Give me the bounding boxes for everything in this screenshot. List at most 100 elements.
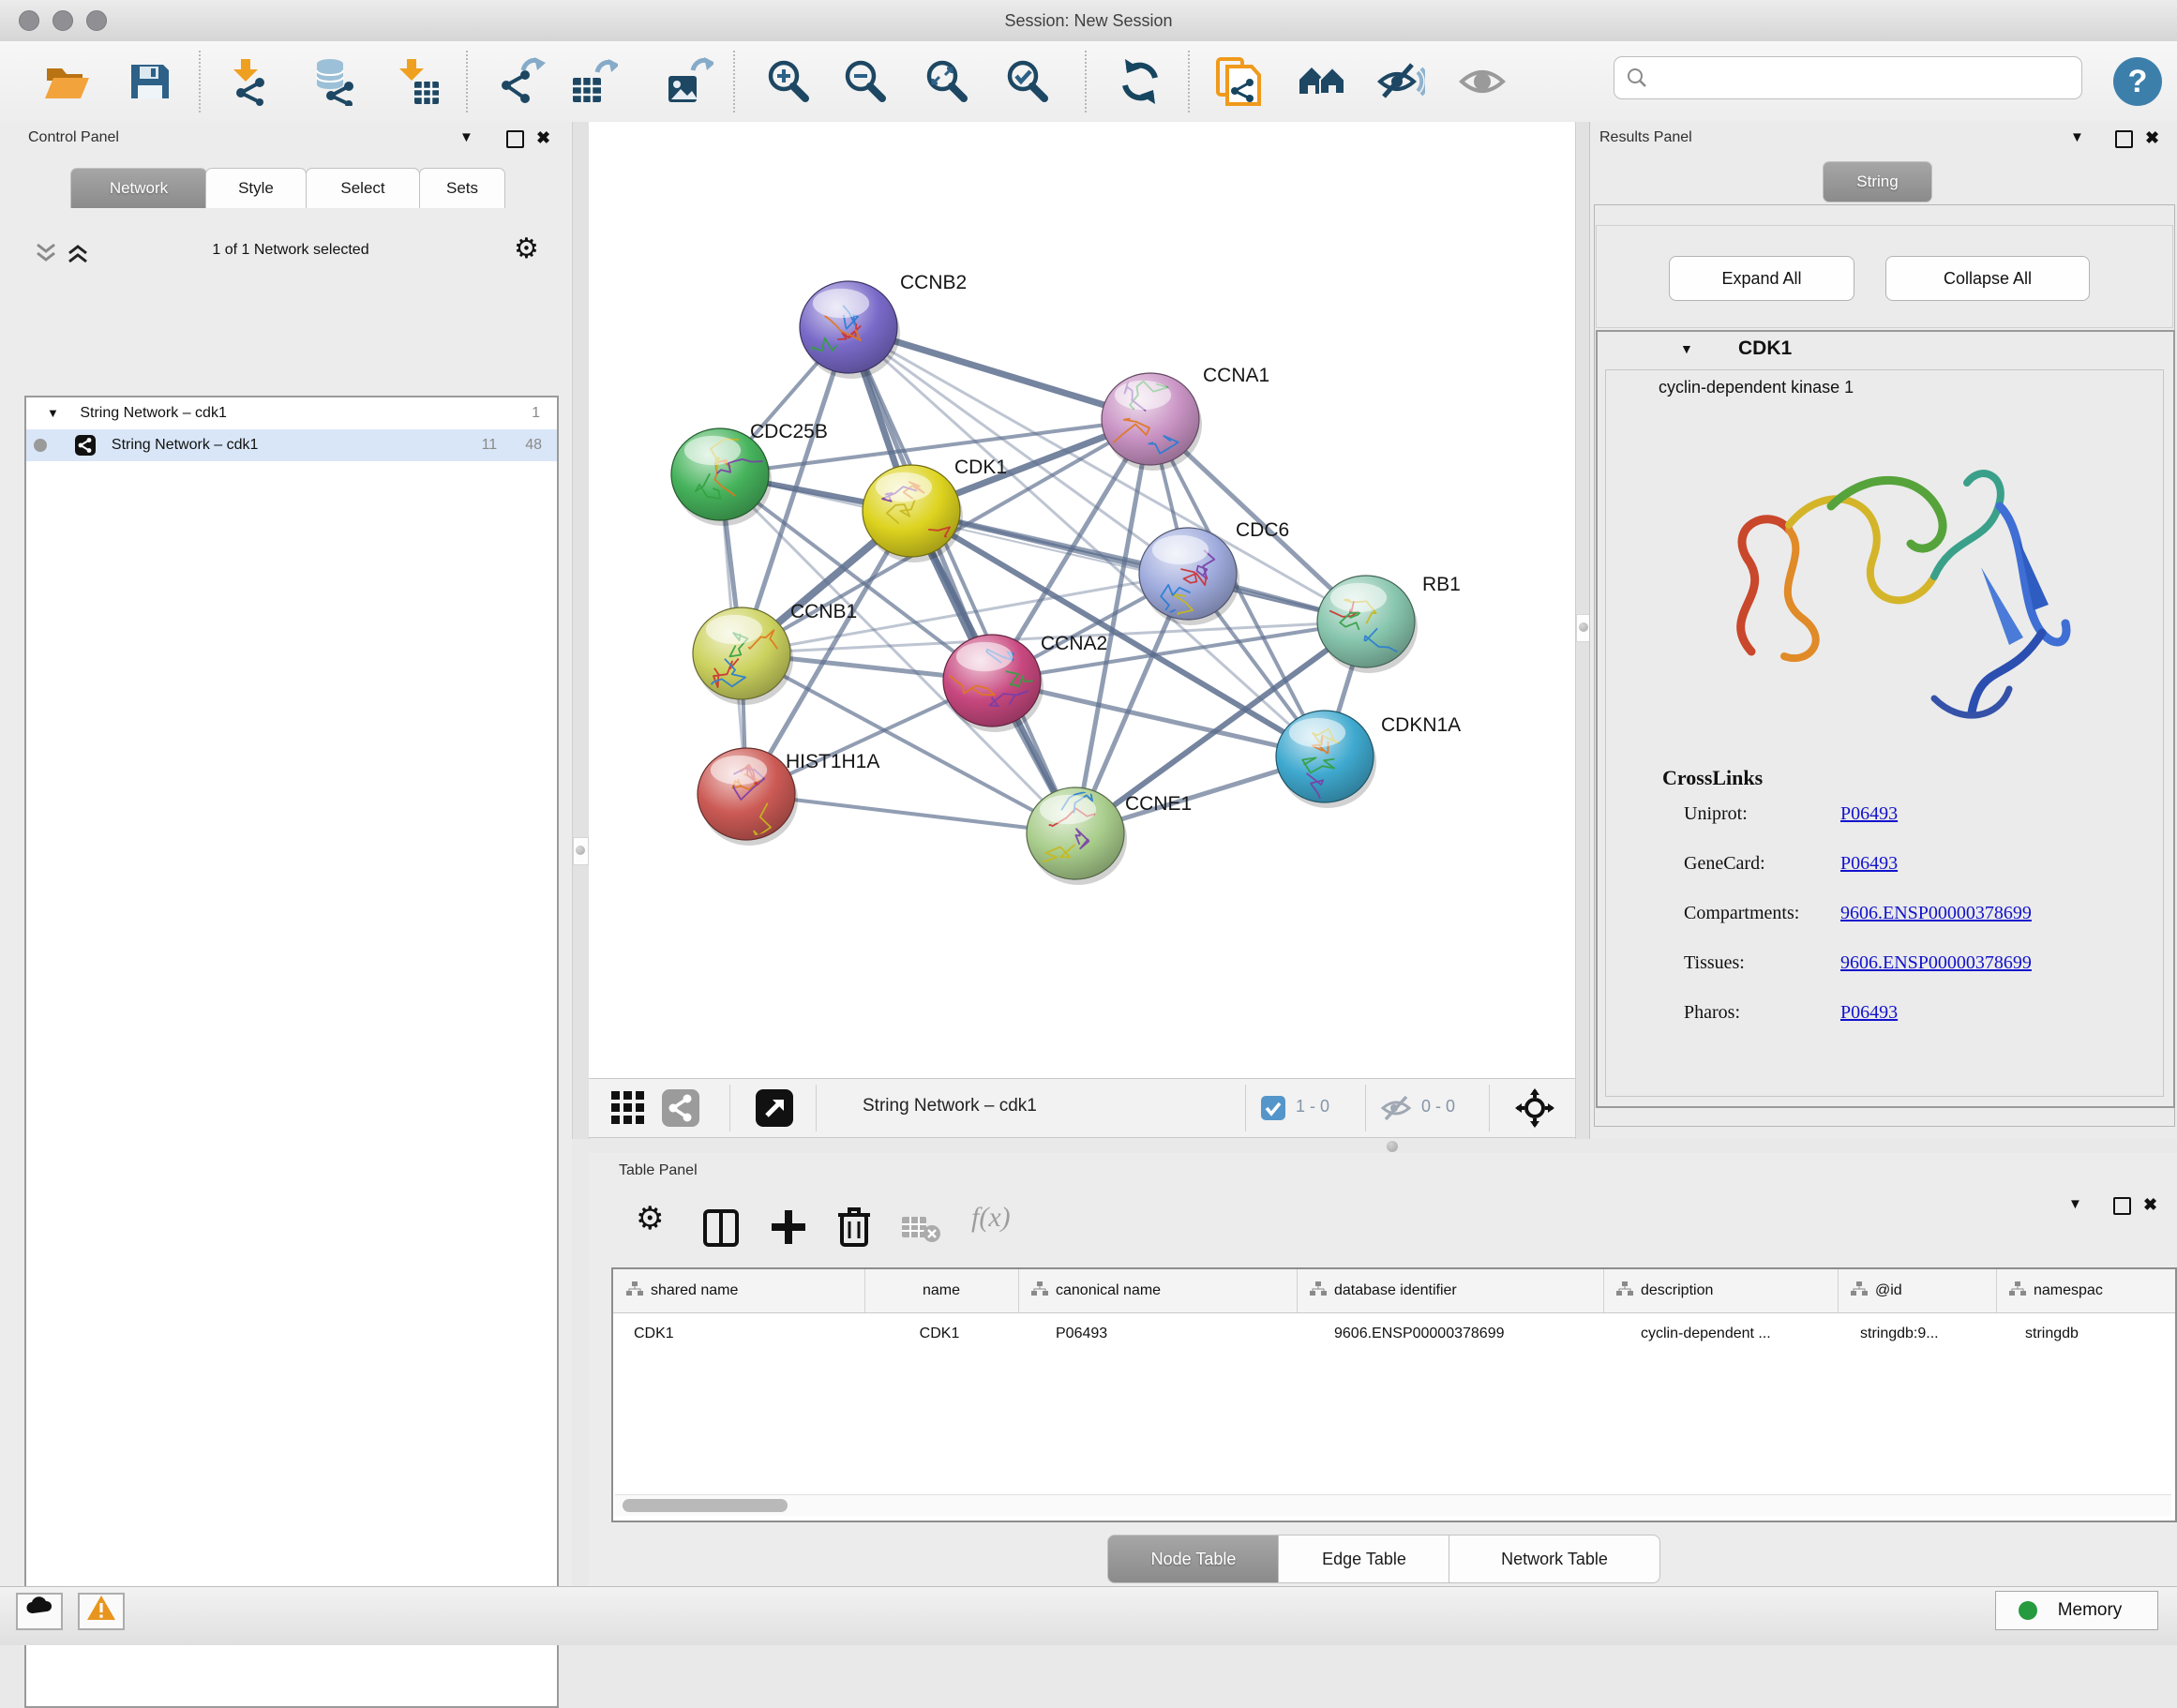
pharos-link[interactable]: P06493 bbox=[1840, 1002, 1898, 1024]
control-panel-float-icon[interactable] bbox=[506, 130, 524, 148]
table-options-gear-icon[interactable]: ⚙ bbox=[636, 1200, 664, 1237]
column-header[interactable]: name bbox=[864, 1269, 1019, 1312]
results-panel-menu-icon[interactable]: ▼ bbox=[2070, 129, 2084, 145]
network-canvas[interactable]: CCNB2CCNA1CDC25BCDK1CDC6RB1CCNB1CCNA2CDK… bbox=[589, 122, 1575, 1078]
genecard-link[interactable]: P06493 bbox=[1840, 853, 1898, 875]
column-header[interactable]: shared name bbox=[613, 1269, 865, 1312]
warning-icon bbox=[86, 1595, 116, 1621]
control-panel-menu-icon[interactable]: ▼ bbox=[459, 129, 473, 145]
save-session-icon[interactable] bbox=[126, 57, 174, 106]
network-tree: ▼ String Network – cdk1 1 String Network… bbox=[24, 396, 559, 1708]
zoom-selected-icon[interactable] bbox=[1003, 57, 1052, 106]
tab-node-table[interactable]: Node Table bbox=[1107, 1535, 1280, 1583]
grid-view-icon[interactable] bbox=[609, 1089, 647, 1127]
table-panel-menu-icon[interactable]: ▼ bbox=[2068, 1196, 2082, 1212]
open-session-icon[interactable] bbox=[42, 57, 91, 106]
column-header[interactable]: database identifier bbox=[1297, 1269, 1604, 1312]
results-buttons-box: Expand All Collapse All bbox=[1596, 225, 2173, 328]
left-splitter-handle[interactable] bbox=[573, 837, 589, 865]
import-network-database-icon[interactable] bbox=[310, 57, 359, 106]
network-edge-count: 48 bbox=[525, 429, 542, 461]
collapse-all-icon[interactable] bbox=[34, 242, 58, 264]
network-node-count: 11 bbox=[482, 429, 498, 461]
network-options-gear-icon[interactable]: ⚙ bbox=[514, 232, 539, 265]
selected-checkbox-icon[interactable] bbox=[1260, 1095, 1286, 1121]
delete-column-icon[interactable] bbox=[836, 1206, 872, 1249]
column-header[interactable]: namespac bbox=[1996, 1269, 2175, 1312]
crosslink-label: Pharos: bbox=[1684, 1002, 1740, 1024]
show-all-icon[interactable] bbox=[1458, 57, 1507, 106]
tissues-link[interactable]: 9606.ENSP00000378699 bbox=[1840, 952, 2032, 974]
toolbar-separator bbox=[1188, 51, 1190, 112]
svg-text:CDC25B: CDC25B bbox=[750, 421, 828, 442]
column-header[interactable]: canonical name bbox=[1018, 1269, 1298, 1312]
svg-text:CCNB1: CCNB1 bbox=[790, 601, 857, 622]
column-header[interactable]: description bbox=[1603, 1269, 1839, 1312]
entry-collapse-icon[interactable]: ▼ bbox=[1680, 341, 1693, 356]
results-panel-float-icon[interactable] bbox=[2115, 130, 2133, 148]
tab-string[interactable]: String bbox=[1823, 161, 1932, 202]
uniprot-link[interactable]: P06493 bbox=[1840, 803, 1898, 825]
tab-sets[interactable]: Sets bbox=[419, 168, 505, 208]
table-panel-close-icon[interactable]: ✖ bbox=[2143, 1195, 2157, 1215]
network-row[interactable]: String Network – cdk1 48 11 bbox=[26, 429, 557, 461]
network-graph[interactable]: CCNB2CCNA1CDC25BCDK1CDC6RB1CCNB1CCNA2CDK… bbox=[589, 122, 1575, 1078]
tab-network-table[interactable]: Network Table bbox=[1449, 1535, 1660, 1583]
hide-selected-icon[interactable] bbox=[1376, 57, 1425, 106]
table-panel-float-icon[interactable] bbox=[2113, 1197, 2131, 1215]
expand-all-icon[interactable] bbox=[66, 242, 90, 264]
separator bbox=[1245, 1085, 1246, 1131]
zoom-in-icon[interactable] bbox=[764, 57, 813, 106]
node-table[interactable]: shared name name canonical name database… bbox=[611, 1267, 2177, 1522]
show-columns-icon[interactable] bbox=[703, 1209, 739, 1247]
add-column-icon[interactable] bbox=[769, 1207, 808, 1247]
memory-label: Memory bbox=[2058, 1600, 2123, 1620]
zoom-fit-icon[interactable] bbox=[923, 57, 971, 106]
tab-select[interactable]: Select bbox=[306, 168, 420, 208]
export-network-icon[interactable] bbox=[497, 57, 546, 106]
search-field[interactable] bbox=[1614, 56, 2082, 99]
results-panel-title: Results Panel bbox=[1599, 129, 1692, 146]
cloud-button[interactable] bbox=[16, 1593, 63, 1630]
control-panel: Control Panel ▼ ✖ Network Style Select S… bbox=[0, 122, 572, 1586]
duplicate-network-icon[interactable] bbox=[1214, 57, 1263, 106]
search-icon bbox=[1626, 67, 1648, 89]
zoom-out-icon[interactable] bbox=[841, 57, 890, 106]
control-panel-close-icon[interactable]: ✖ bbox=[536, 128, 550, 148]
refresh-icon[interactable] bbox=[1116, 57, 1164, 106]
collapse-all-button[interactable]: Collapse All bbox=[1885, 256, 2090, 301]
scrollbar-thumb[interactable] bbox=[623, 1499, 788, 1512]
import-table-icon[interactable] bbox=[392, 57, 441, 106]
network-current-dot-icon bbox=[34, 439, 47, 452]
compartments-link[interactable]: 9606.ENSP00000378699 bbox=[1840, 903, 2032, 924]
tab-edge-table[interactable]: Edge Table bbox=[1278, 1535, 1450, 1583]
expand-all-button[interactable]: Expand All bbox=[1669, 256, 1854, 301]
help-button[interactable]: ? bbox=[2113, 57, 2162, 106]
search-input[interactable] bbox=[1656, 61, 2072, 95]
export-table-icon[interactable] bbox=[569, 57, 618, 106]
separator bbox=[729, 1085, 730, 1131]
export-image-icon[interactable] bbox=[665, 57, 713, 106]
memory-button[interactable]: Memory bbox=[1995, 1591, 2158, 1630]
cloud-icon bbox=[25, 1595, 53, 1615]
toolbar-separator bbox=[1085, 51, 1087, 112]
horizontal-splitter-handle[interactable] bbox=[1387, 1141, 1398, 1152]
tab-network[interactable]: Network bbox=[70, 168, 207, 208]
warnings-button[interactable] bbox=[78, 1593, 125, 1630]
left-splitter[interactable] bbox=[572, 122, 590, 1139]
horizontal-scrollbar[interactable] bbox=[615, 1494, 2171, 1516]
import-network-file-icon[interactable] bbox=[224, 57, 273, 106]
network-view-share-icon[interactable] bbox=[662, 1089, 699, 1127]
toolbar-separator bbox=[199, 51, 201, 112]
results-panel-close-icon[interactable]: ✖ bbox=[2145, 128, 2159, 148]
network-collection-row[interactable]: ▼ String Network – cdk1 1 bbox=[26, 397, 557, 429]
column-header[interactable]: @id bbox=[1838, 1269, 1997, 1312]
open-in-new-window-icon[interactable] bbox=[756, 1089, 793, 1127]
cell: CDK1 bbox=[864, 1318, 1014, 1350]
collection-expand-icon[interactable]: ▼ bbox=[47, 406, 59, 420]
birds-eye-view-icon[interactable] bbox=[1515, 1088, 1554, 1128]
crosslink-label: Uniprot: bbox=[1684, 803, 1748, 825]
tab-style[interactable]: Style bbox=[205, 168, 307, 208]
cell: cyclin-dependent ... bbox=[1641, 1318, 1847, 1350]
first-neighbors-icon[interactable] bbox=[1298, 57, 1346, 106]
